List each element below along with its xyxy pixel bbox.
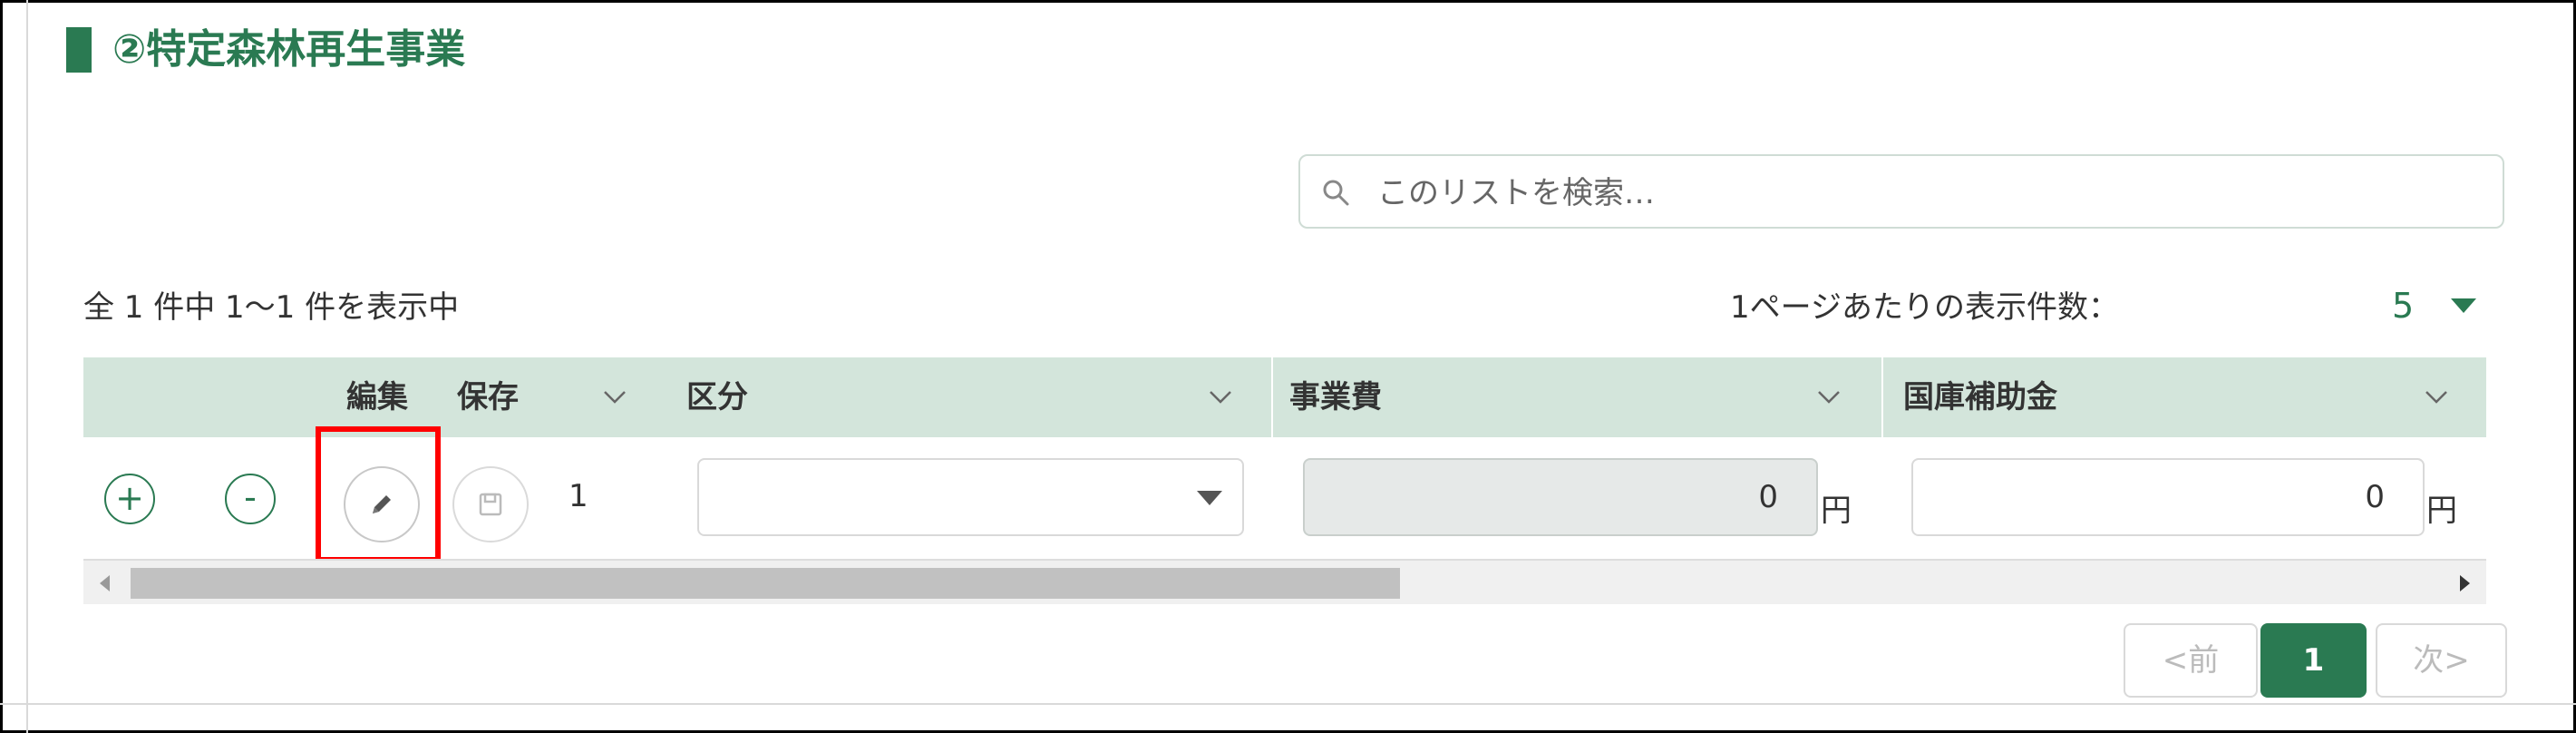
- divider-vertical: [26, 0, 28, 733]
- save-button[interactable]: [452, 466, 529, 542]
- edit-button-highlight: [316, 426, 441, 562]
- table-header: 編集 保存 区分 事業費 国庫補助金: [83, 357, 2490, 437]
- next-page-button[interactable]: 次>: [2376, 623, 2507, 698]
- chevron-down-icon[interactable]: [2451, 298, 2476, 313]
- column-separator: [1881, 357, 1883, 437]
- chevron-down-icon[interactable]: [1207, 383, 1234, 410]
- per-page-select[interactable]: 5: [2392, 284, 2414, 327]
- record-count: 全 1 件中 1～1 件を表示中: [83, 289, 460, 326]
- floppy-disk-icon: [479, 493, 502, 516]
- per-page-label: 1ページあたりの表示件数：: [1730, 289, 2119, 326]
- column-header-project-cost[interactable]: 事業費: [1289, 357, 1382, 437]
- section-title: ②特定森林再生事業: [112, 26, 466, 73]
- project-cost-field: 0: [1303, 458, 1818, 536]
- section-title-marker: [66, 27, 92, 73]
- search-icon: [1323, 180, 1349, 206]
- search-box[interactable]: このリストを検索…: [1298, 154, 2504, 229]
- project-cost-unit: 円: [1821, 493, 1852, 529]
- chevron-down-icon[interactable]: [601, 383, 628, 410]
- prev-page-button[interactable]: <前: [2124, 623, 2258, 698]
- chevron-down-icon[interactable]: [1815, 383, 1842, 410]
- search-input[interactable]: このリストを検索…: [1377, 173, 1655, 213]
- chevron-down-icon[interactable]: [2423, 383, 2450, 410]
- remove-row-button[interactable]: -: [225, 474, 276, 524]
- caret-down-icon: [1197, 491, 1222, 505]
- column-header-edit: 編集: [346, 379, 408, 415]
- row-number: 1: [569, 478, 588, 514]
- divider-horizontal: [0, 703, 2576, 705]
- column-header-national-subsidy[interactable]: 国庫補助金: [1903, 357, 2057, 437]
- category-select[interactable]: [697, 458, 1244, 536]
- scroll-right-arrow-icon[interactable]: [2460, 575, 2470, 591]
- add-row-button[interactable]: +: [104, 474, 155, 524]
- national-subsidy-input[interactable]: 0: [1911, 458, 2425, 536]
- column-separator: [2488, 357, 2490, 437]
- column-header-save: 保存: [457, 379, 519, 415]
- national-subsidy-unit: 円: [2426, 493, 2457, 529]
- horizontal-scrollbar[interactable]: [83, 559, 2486, 604]
- scrollbar-thumb[interactable]: [131, 568, 1400, 599]
- column-separator: [1271, 357, 1273, 437]
- scroll-left-arrow-icon[interactable]: [100, 575, 110, 591]
- page-1-button[interactable]: 1: [2260, 623, 2367, 698]
- column-header-category[interactable]: 区分: [686, 357, 748, 437]
